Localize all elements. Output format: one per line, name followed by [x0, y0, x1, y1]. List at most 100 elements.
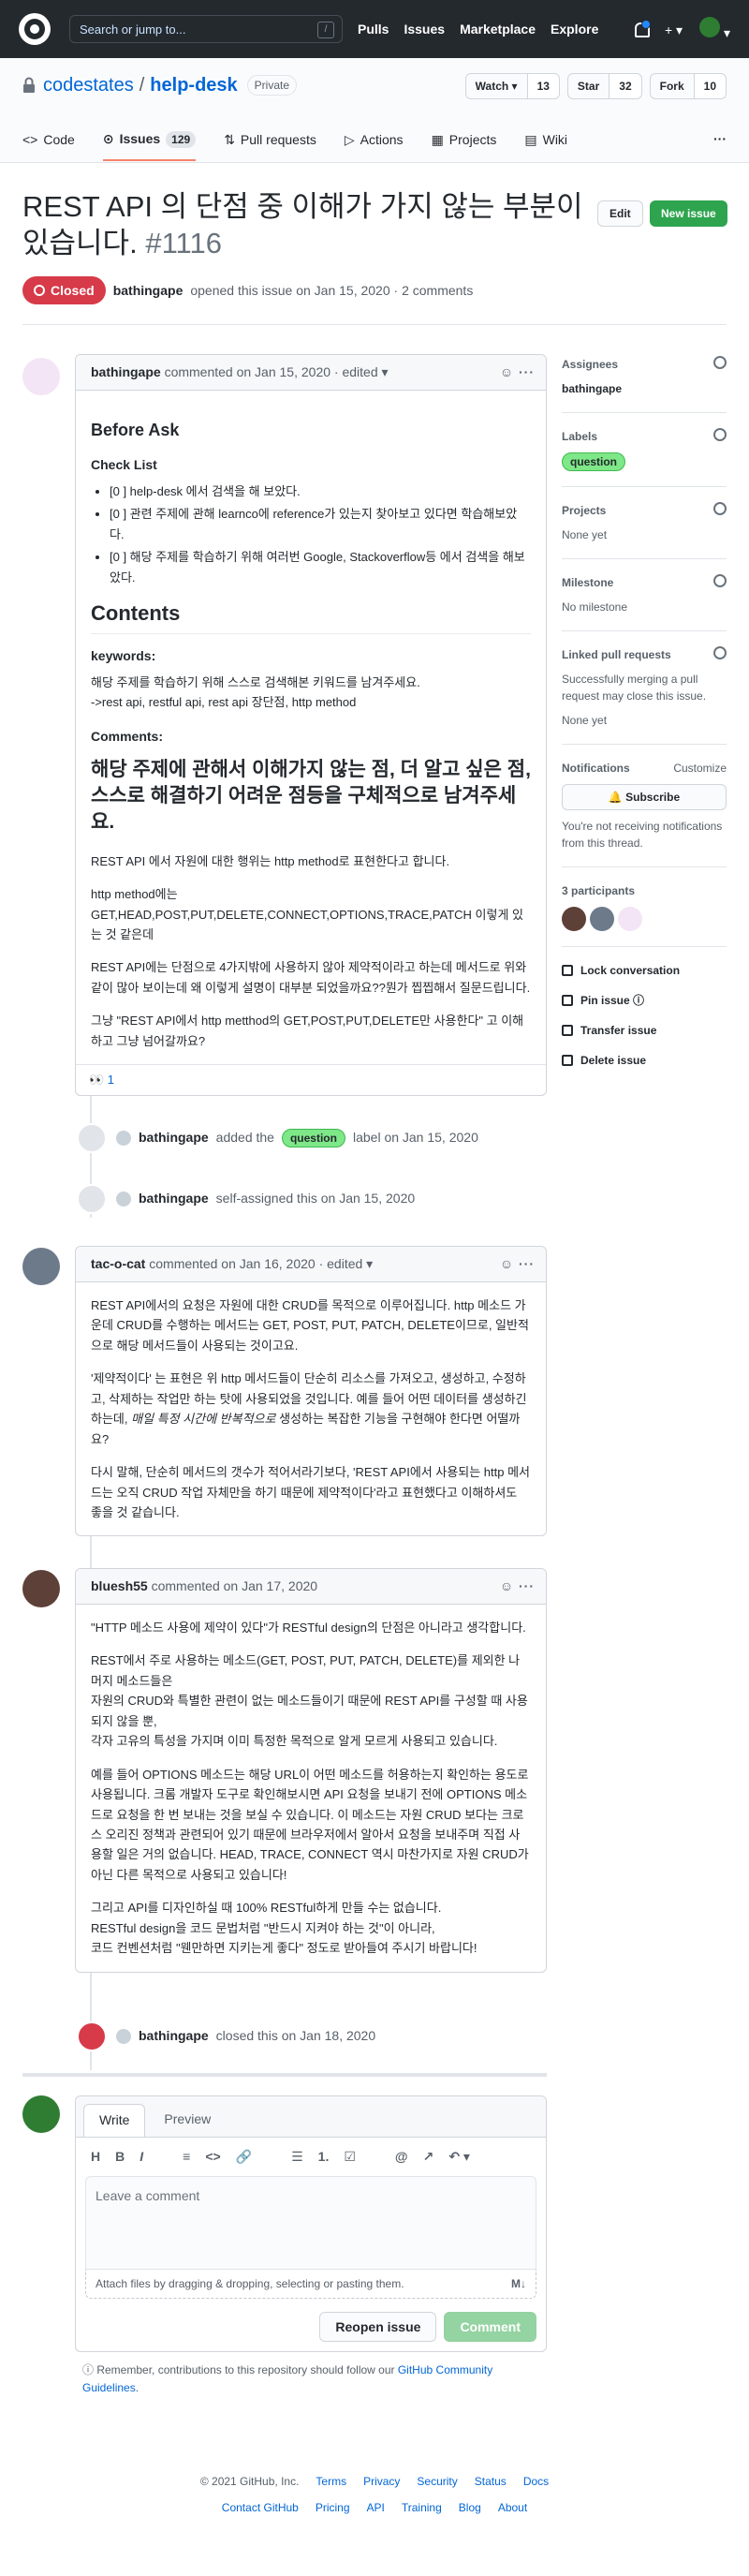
footer-link[interactable]: API: [367, 2499, 385, 2516]
comment-meta[interactable]: commented on Jan 16, 2020 · edited ▾: [149, 1256, 373, 1271]
tab-projects-label: Projects: [448, 132, 497, 147]
footer-link[interactable]: Blog: [459, 2499, 481, 2516]
delete-issue-button[interactable]: Delete issue: [562, 1052, 727, 1069]
gear-icon[interactable]: [713, 574, 727, 587]
task-list-icon[interactable]: ☑: [344, 2147, 356, 2167]
comment-options-icon[interactable]: ☺ ···: [500, 363, 535, 382]
toolbar-spacer: [267, 2147, 276, 2167]
numbered-list-icon[interactable]: 1.: [318, 2147, 330, 2167]
mention-icon[interactable]: @: [395, 2147, 408, 2167]
code-icon[interactable]: <>: [205, 2147, 220, 2167]
more-tabs-menu[interactable]: ···: [713, 129, 727, 149]
label-question[interactable]: question: [562, 452, 625, 471]
subscribe-button[interactable]: 🔔 Subscribe: [562, 784, 727, 810]
tab-pull-requests[interactable]: ⇅ Pull requests: [224, 129, 316, 161]
customize-link[interactable]: Customize: [673, 760, 727, 777]
nav-explore[interactable]: Explore: [551, 20, 598, 39]
fork-button[interactable]: Fork 10: [649, 73, 727, 99]
repo-title: codestates / help-desk Private: [22, 71, 298, 99]
star-count[interactable]: 32: [609, 74, 641, 98]
italic-icon[interactable]: I: [140, 2147, 143, 2167]
footer-link[interactable]: Status: [475, 2473, 507, 2490]
comment-meta[interactable]: commented on Jan 15, 2020 · edited ▾: [165, 364, 389, 379]
eyes-reaction[interactable]: 👀 1: [89, 1071, 114, 1089]
comment-author[interactable]: bathingape: [91, 364, 161, 379]
avatar[interactable]: [116, 2028, 131, 2044]
edit-title-button[interactable]: Edit: [597, 200, 643, 227]
bold-icon[interactable]: B: [115, 2147, 125, 2167]
event-actor[interactable]: bathingape: [139, 1189, 209, 1208]
gear-icon[interactable]: [713, 646, 727, 659]
new-issue-button[interactable]: New issue: [650, 200, 727, 227]
attach-files-area[interactable]: Attach files by dragging & dropping, sel…: [85, 2270, 536, 2299]
watch-button[interactable]: Watch ▾ 13: [464, 73, 560, 99]
tab-projects[interactable]: ▦ Projects: [432, 129, 497, 161]
footer-link[interactable]: Docs: [523, 2473, 549, 2490]
avatar[interactable]: [116, 1191, 131, 1207]
avatar[interactable]: [618, 907, 642, 931]
label-question[interactable]: question: [281, 1128, 345, 1147]
footer-link[interactable]: Contact GitHub: [222, 2499, 299, 2516]
assignee-name[interactable]: bathingape: [562, 382, 622, 395]
tab-code[interactable]: <> Code: [22, 129, 75, 161]
footer-link[interactable]: Terms: [316, 2473, 346, 2490]
comment-author[interactable]: tac-o-cat: [91, 1256, 145, 1271]
footer-link[interactable]: Training: [402, 2499, 442, 2516]
comment-options-icon[interactable]: ☺ ···: [500, 1577, 535, 1596]
nav-issues[interactable]: Issues: [404, 20, 445, 39]
tab-preview[interactable]: Preview: [149, 2104, 226, 2137]
gear-icon[interactable]: [713, 356, 727, 369]
gear-icon[interactable]: [713, 502, 727, 515]
comment-button[interactable]: Comment: [444, 2312, 536, 2342]
comment-options-icon[interactable]: ☺ ···: [500, 1254, 535, 1274]
global-header: Search or jump to... / Pulls Issues Mark…: [0, 0, 749, 58]
nav-marketplace[interactable]: Marketplace: [460, 20, 536, 39]
issue-author[interactable]: bathingape: [113, 281, 184, 301]
quote-icon[interactable]: ≡: [183, 2147, 190, 2167]
cross-reference-icon[interactable]: ↗: [423, 2147, 434, 2167]
footer-link[interactable]: Privacy: [363, 2473, 400, 2490]
footer-link[interactable]: Security: [417, 2473, 457, 2490]
avatar[interactable]: [562, 907, 586, 931]
footer-link[interactable]: Pricing: [316, 2499, 350, 2516]
markdown-icon[interactable]: M↓: [511, 2275, 526, 2292]
tab-wiki[interactable]: ▤ Wiki: [524, 129, 567, 161]
reopen-issue-button[interactable]: Reopen issue: [319, 2312, 437, 2342]
avatar-bluesh55[interactable]: [22, 1570, 60, 1607]
event-actor[interactable]: bathingape: [139, 1128, 209, 1147]
transfer-issue-button[interactable]: Transfer issue: [562, 1022, 727, 1039]
event-actor[interactable]: bathingape: [139, 2026, 209, 2046]
bullet-list-icon[interactable]: ☰: [291, 2147, 303, 2167]
user-menu[interactable]: ▾: [699, 17, 730, 43]
fork-count[interactable]: 10: [694, 74, 726, 98]
watch-count[interactable]: 13: [527, 74, 559, 98]
avatar-tac-o-cat[interactable]: [22, 1248, 60, 1285]
play-icon: ▷: [344, 132, 355, 147]
gear-icon[interactable]: [713, 428, 727, 441]
avatar-current-user[interactable]: [22, 2095, 60, 2133]
notifications-bell-icon[interactable]: [633, 20, 651, 38]
heading-icon[interactable]: H: [91, 2147, 100, 2167]
saved-replies-icon[interactable]: ↶ ▾: [448, 2147, 470, 2167]
search-input[interactable]: Search or jump to... /: [69, 15, 343, 43]
comment-author[interactable]: bluesh55: [91, 1578, 148, 1593]
tab-write[interactable]: Write: [83, 2104, 146, 2137]
nav-pulls[interactable]: Pulls: [358, 20, 389, 39]
footer-link[interactable]: About: [498, 2499, 527, 2516]
create-new-menu[interactable]: + ▾: [665, 21, 683, 40]
repo-name-link[interactable]: help-desk: [150, 71, 237, 99]
comment-textarea[interactable]: Leave a comment: [85, 2176, 536, 2270]
repo-owner-link[interactable]: codestates: [43, 71, 134, 99]
avatar[interactable]: [116, 1130, 131, 1146]
comment-meta[interactable]: commented on Jan 17, 2020: [152, 1578, 317, 1593]
tab-wiki-label: Wiki: [542, 132, 568, 147]
avatar[interactable]: [590, 907, 614, 931]
github-logo-icon[interactable]: [19, 13, 51, 45]
lock-conversation-button[interactable]: Lock conversation: [562, 962, 727, 979]
star-button[interactable]: Star 32: [566, 73, 642, 99]
avatar-bathingape[interactable]: [22, 358, 60, 395]
link-icon[interactable]: 🔗: [236, 2147, 252, 2167]
pin-issue-button[interactable]: Pin issue ⓘ: [562, 992, 727, 1009]
tab-issues[interactable]: ⊙ Issues 129: [102, 129, 197, 161]
tab-actions[interactable]: ▷ Actions: [345, 129, 404, 161]
